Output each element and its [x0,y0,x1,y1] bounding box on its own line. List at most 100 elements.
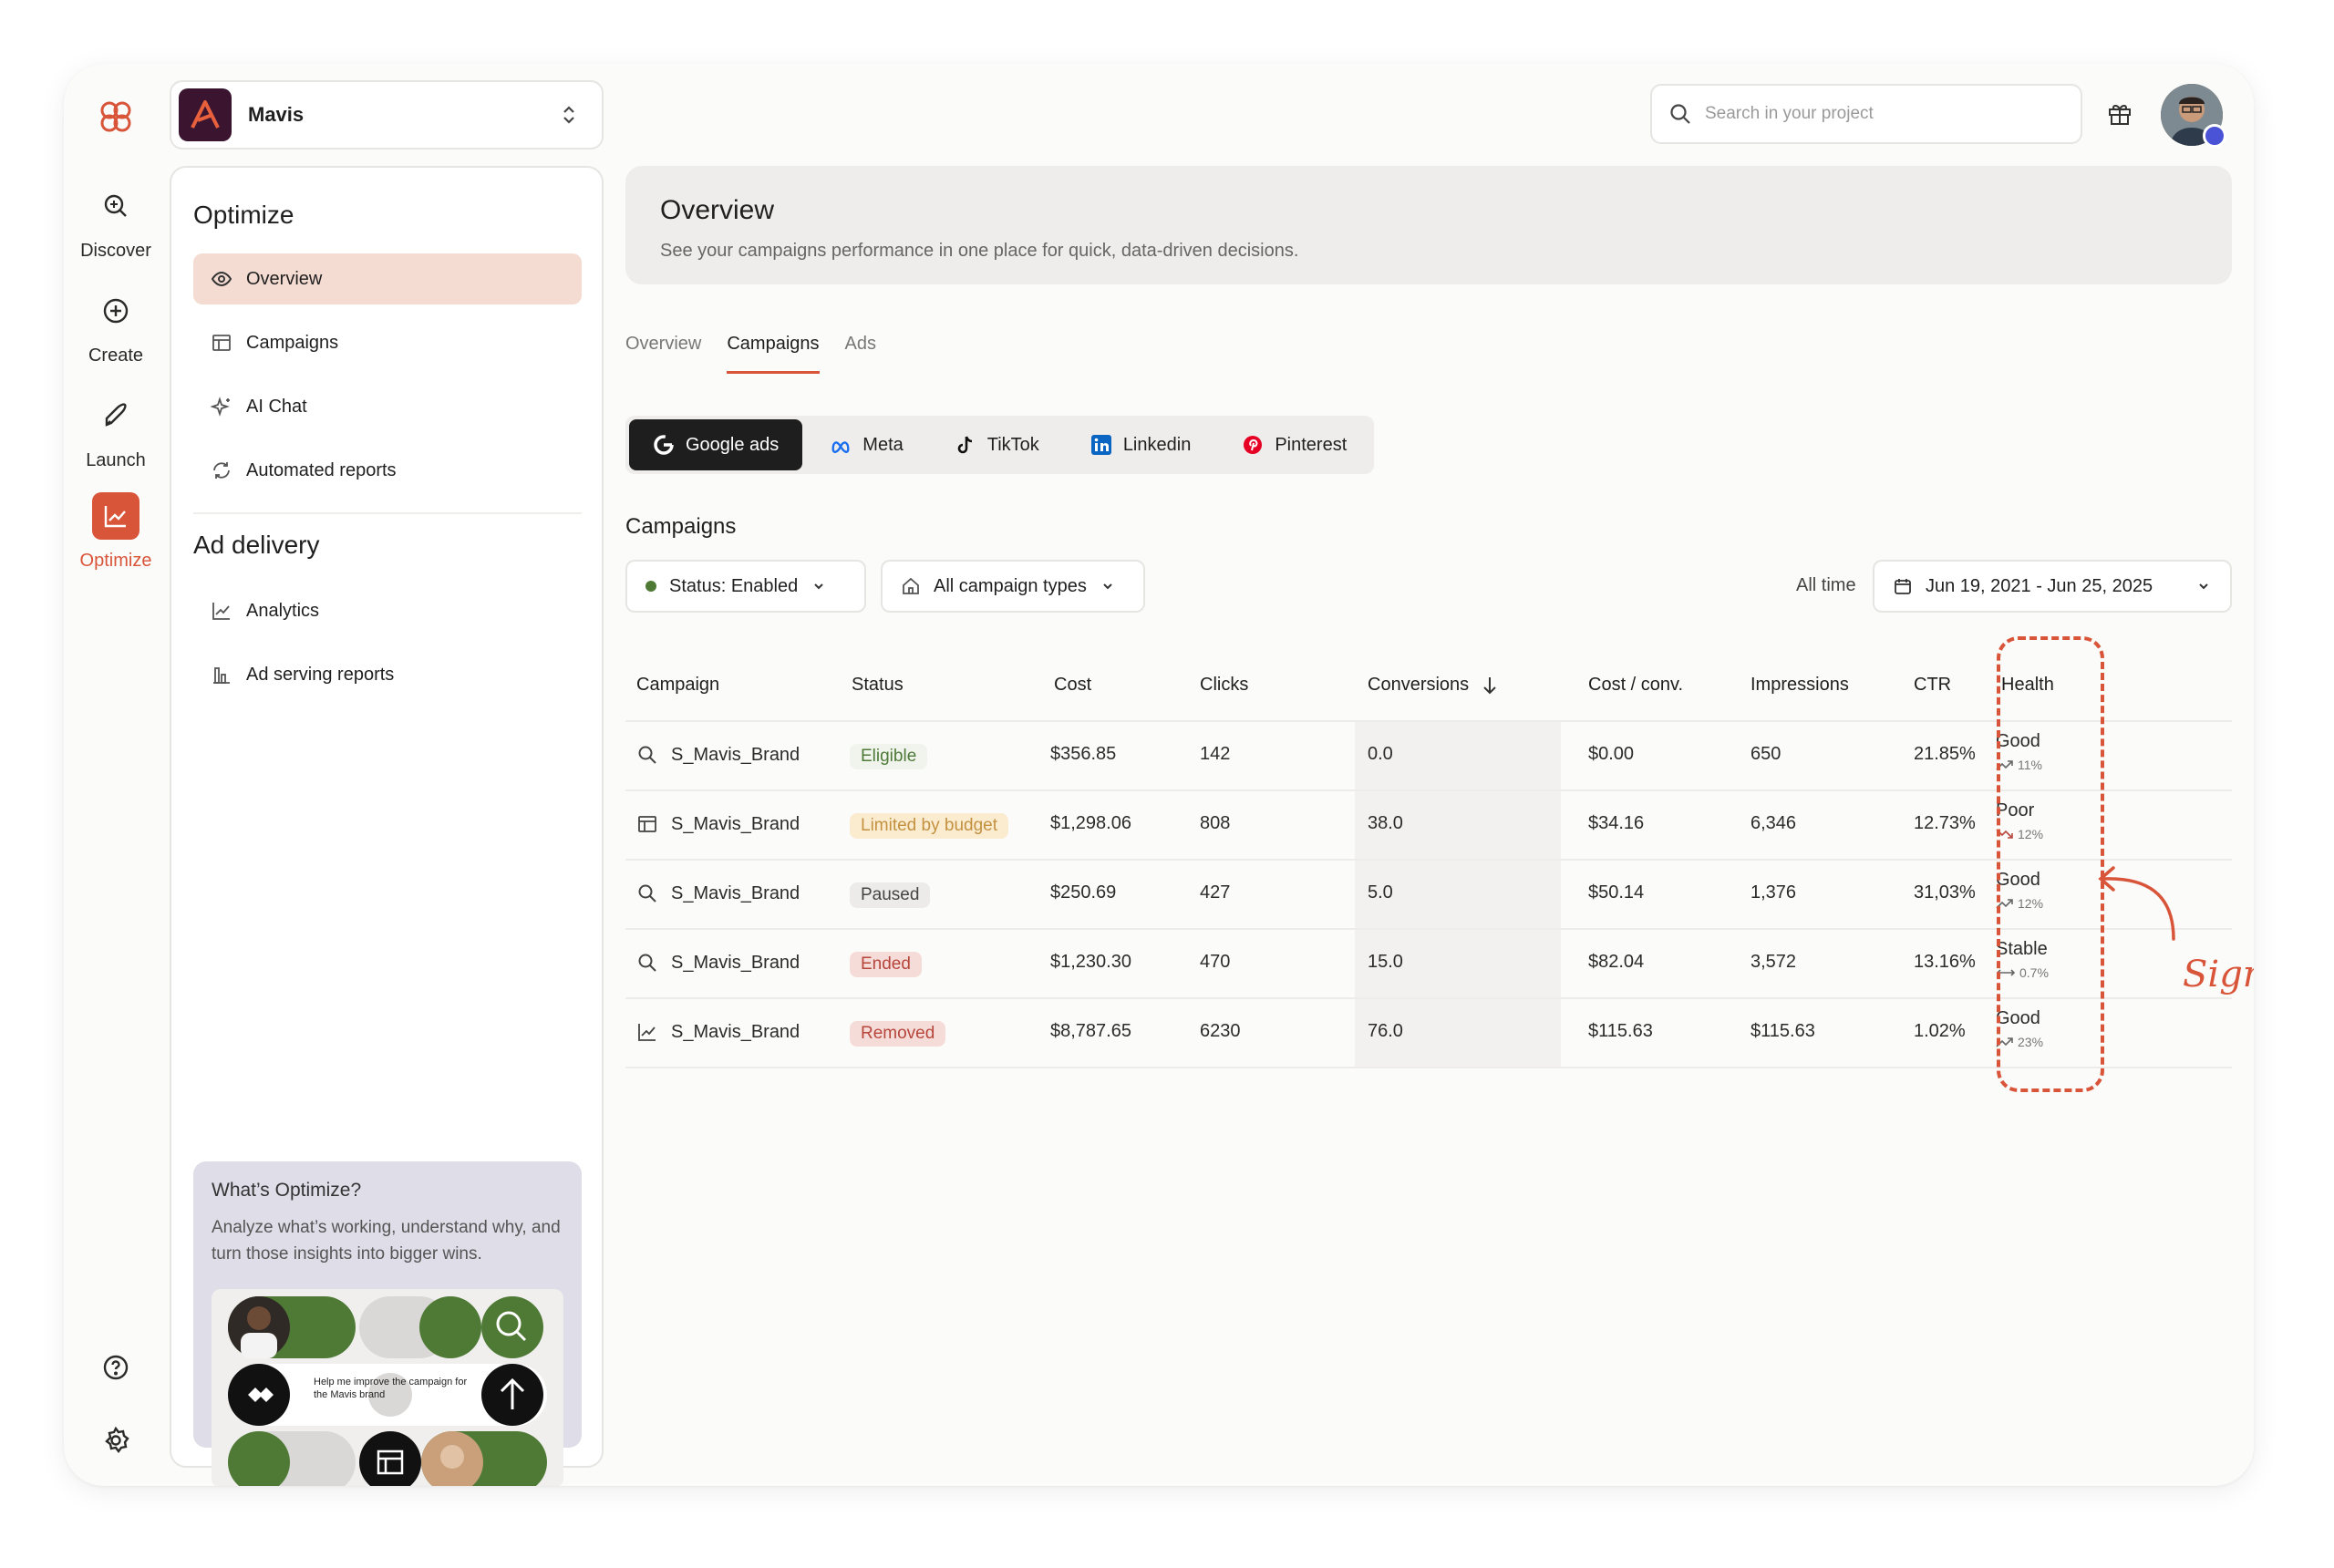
rail-label: Create [88,346,144,366]
col-cost-per-conv[interactable]: Cost / conv. [1588,675,1683,696]
chevron-down-icon [814,583,823,590]
campaign-cell[interactable]: S_Mavis_Brand [636,813,800,835]
ctr-cell: 12.73% [1914,813,1976,833]
table-row[interactable]: S_Mavis_Brand Eligible $356.85 142 0.0 $… [625,722,2232,791]
platform-tiktok[interactable]: TikTok [931,419,1063,470]
platform-meta[interactable]: Meta [806,419,926,470]
tab-campaigns[interactable]: Campaigns [727,334,820,374]
table-row[interactable]: S_Mavis_Brand Limited by budget $1,298.0… [625,791,2232,861]
conversions-cell: 38.0 [1368,813,1403,833]
status-badge-label: Ended [850,952,922,977]
sidebar-item-overview[interactable]: Overview [193,253,582,304]
app-window: Discover Create Launch Optimize Mavis Op… [64,64,2254,1486]
col-campaign[interactable]: Campaign [636,675,719,696]
table-row[interactable]: S_Mavis_Brand Paused $250.69 427 5.0 $50… [625,861,2232,930]
search-input[interactable]: Search in your project [1650,84,2082,144]
sidebar-item-ad-serving-reports[interactable]: Ad serving reports [193,649,582,700]
campaign-name: S_Mavis_Brand [671,1021,800,1042]
col-conversions[interactable]: Conversions [1368,675,1498,696]
sidebar-item-automated-reports[interactable]: Automated reports [193,445,582,496]
user-avatar[interactable] [2161,84,2226,148]
health-cell: Good 23% [1996,1008,2043,1049]
platform-switcher: Google ads Meta TikTok Linkedin Pinteres… [625,416,1375,474]
cost-cell: $1,298.06 [1050,813,1131,833]
status-badge: Limited by budget [850,813,1008,839]
campaigns-table: Campaign Status Cost Clicks Conversions … [625,647,2232,1068]
sidebar-heading-optimize: Optimize [193,201,294,229]
sort-down-icon [1483,676,1496,694]
rail-item-create[interactable]: Create [64,287,168,366]
tab-ads[interactable]: Ads [845,334,876,374]
table-row[interactable]: S_Mavis_Brand Removed $8,787.65 6230 76.… [625,999,2232,1068]
campaign-cell[interactable]: S_Mavis_Brand [636,882,800,904]
chevron-down-icon[interactable] [2250,866,2254,886]
project-selector[interactable]: Mavis [170,80,604,150]
sidebar-item-analytics[interactable]: Analytics [193,585,582,636]
project-logo [179,88,232,141]
page-title: Overview [660,195,775,225]
trend-up-icon [1996,899,2013,909]
col-cost[interactable]: Cost [1054,675,1091,696]
pinterest-icon [1242,434,1264,456]
rail-item-discover[interactable]: Discover [64,182,168,262]
status-badge-label: Limited by budget [850,813,1008,839]
status-badge: Removed [850,1021,946,1047]
settings-icon[interactable] [98,1422,134,1459]
annotation-arrow-icon [2098,866,2175,941]
status-badge-label: Eligible [850,744,928,769]
sidebar-item-campaigns[interactable]: Campaigns [193,317,582,368]
col-health[interactable]: Health [2001,675,2054,696]
health-trend: 11% [1996,758,2042,772]
campaign-cell[interactable]: S_Mavis_Brand [636,1021,800,1043]
col-ctr[interactable]: CTR [1914,675,1951,696]
time-label: All time [1796,575,1856,595]
campaign-cell[interactable]: S_Mavis_Brand [636,744,800,766]
ctr-cell: 21.85% [1914,744,1976,764]
rail-label: Launch [86,450,146,470]
health-label: Good [1996,870,2040,890]
search-icon [1670,104,1690,124]
sidebar-item-ai-chat[interactable]: AI Chat [193,381,582,432]
health-trend: 0.7% [1996,965,2049,980]
campaign-type-filter[interactable]: All campaign types [881,560,1145,613]
linkedin-icon [1090,434,1112,456]
platform-google-ads[interactable]: Google ads [629,419,803,470]
col-status[interactable]: Status [852,675,904,696]
health-label: Good [1996,731,2040,751]
date-range-picker[interactable]: Jun 19, 2021 - Jun 25, 2025 [1873,560,2232,613]
cost-conv-cell: $50.14 [1588,882,1645,903]
col-clicks[interactable]: Clicks [1200,675,1248,696]
platform-linkedin[interactable]: Linkedin [1067,419,1215,470]
rail-item-optimize[interactable]: Optimize [64,492,168,572]
sidebar-item-label: Campaigns [246,332,339,353]
tab-overview[interactable]: Overview [625,334,701,374]
meta-icon [830,434,852,456]
platform-label: TikTok [986,434,1039,455]
health-trend-value: 12% [2018,896,2044,911]
brand-logo-icon[interactable] [97,98,135,136]
help-icon[interactable] [98,1349,134,1386]
plus-circle-icon [92,287,139,335]
health-cell: Stable 0.7% [1996,939,2049,980]
clicks-cell: 470 [1200,952,1231,972]
icon-rail: Discover Create Launch Optimize [64,64,168,1486]
clicks-cell: 6230 [1200,1021,1241,1041]
col-impressions[interactable]: Impressions [1750,675,1849,696]
gift-icon[interactable] [2106,100,2133,128]
status-filter[interactable]: Status: Enabled [625,560,866,613]
eye-icon [210,267,233,291]
line-chart-icon [210,599,233,623]
campaign-cell[interactable]: S_Mavis_Brand [636,952,800,974]
campaign-name: S_Mavis_Brand [671,744,800,765]
view-tabs: Overview Campaigns Ads [625,334,876,374]
table-row[interactable]: S_Mavis_Brand Ended $1,230.30 470 15.0 $… [625,930,2232,999]
health-label: Stable [1996,939,2048,959]
rail-item-launch[interactable]: Launch [64,392,168,471]
status-dot [645,581,656,592]
health-label: Good [1996,1008,2040,1028]
platform-pinterest[interactable]: Pinterest [1218,419,1370,470]
health-trend-value: 12% [2018,827,2044,841]
bar-chart-icon [210,663,233,686]
date-range-label: Jun 19, 2021 - Jun 25, 2025 [1926,575,2153,596]
promo-title: What’s Optimize? [212,1180,362,1201]
